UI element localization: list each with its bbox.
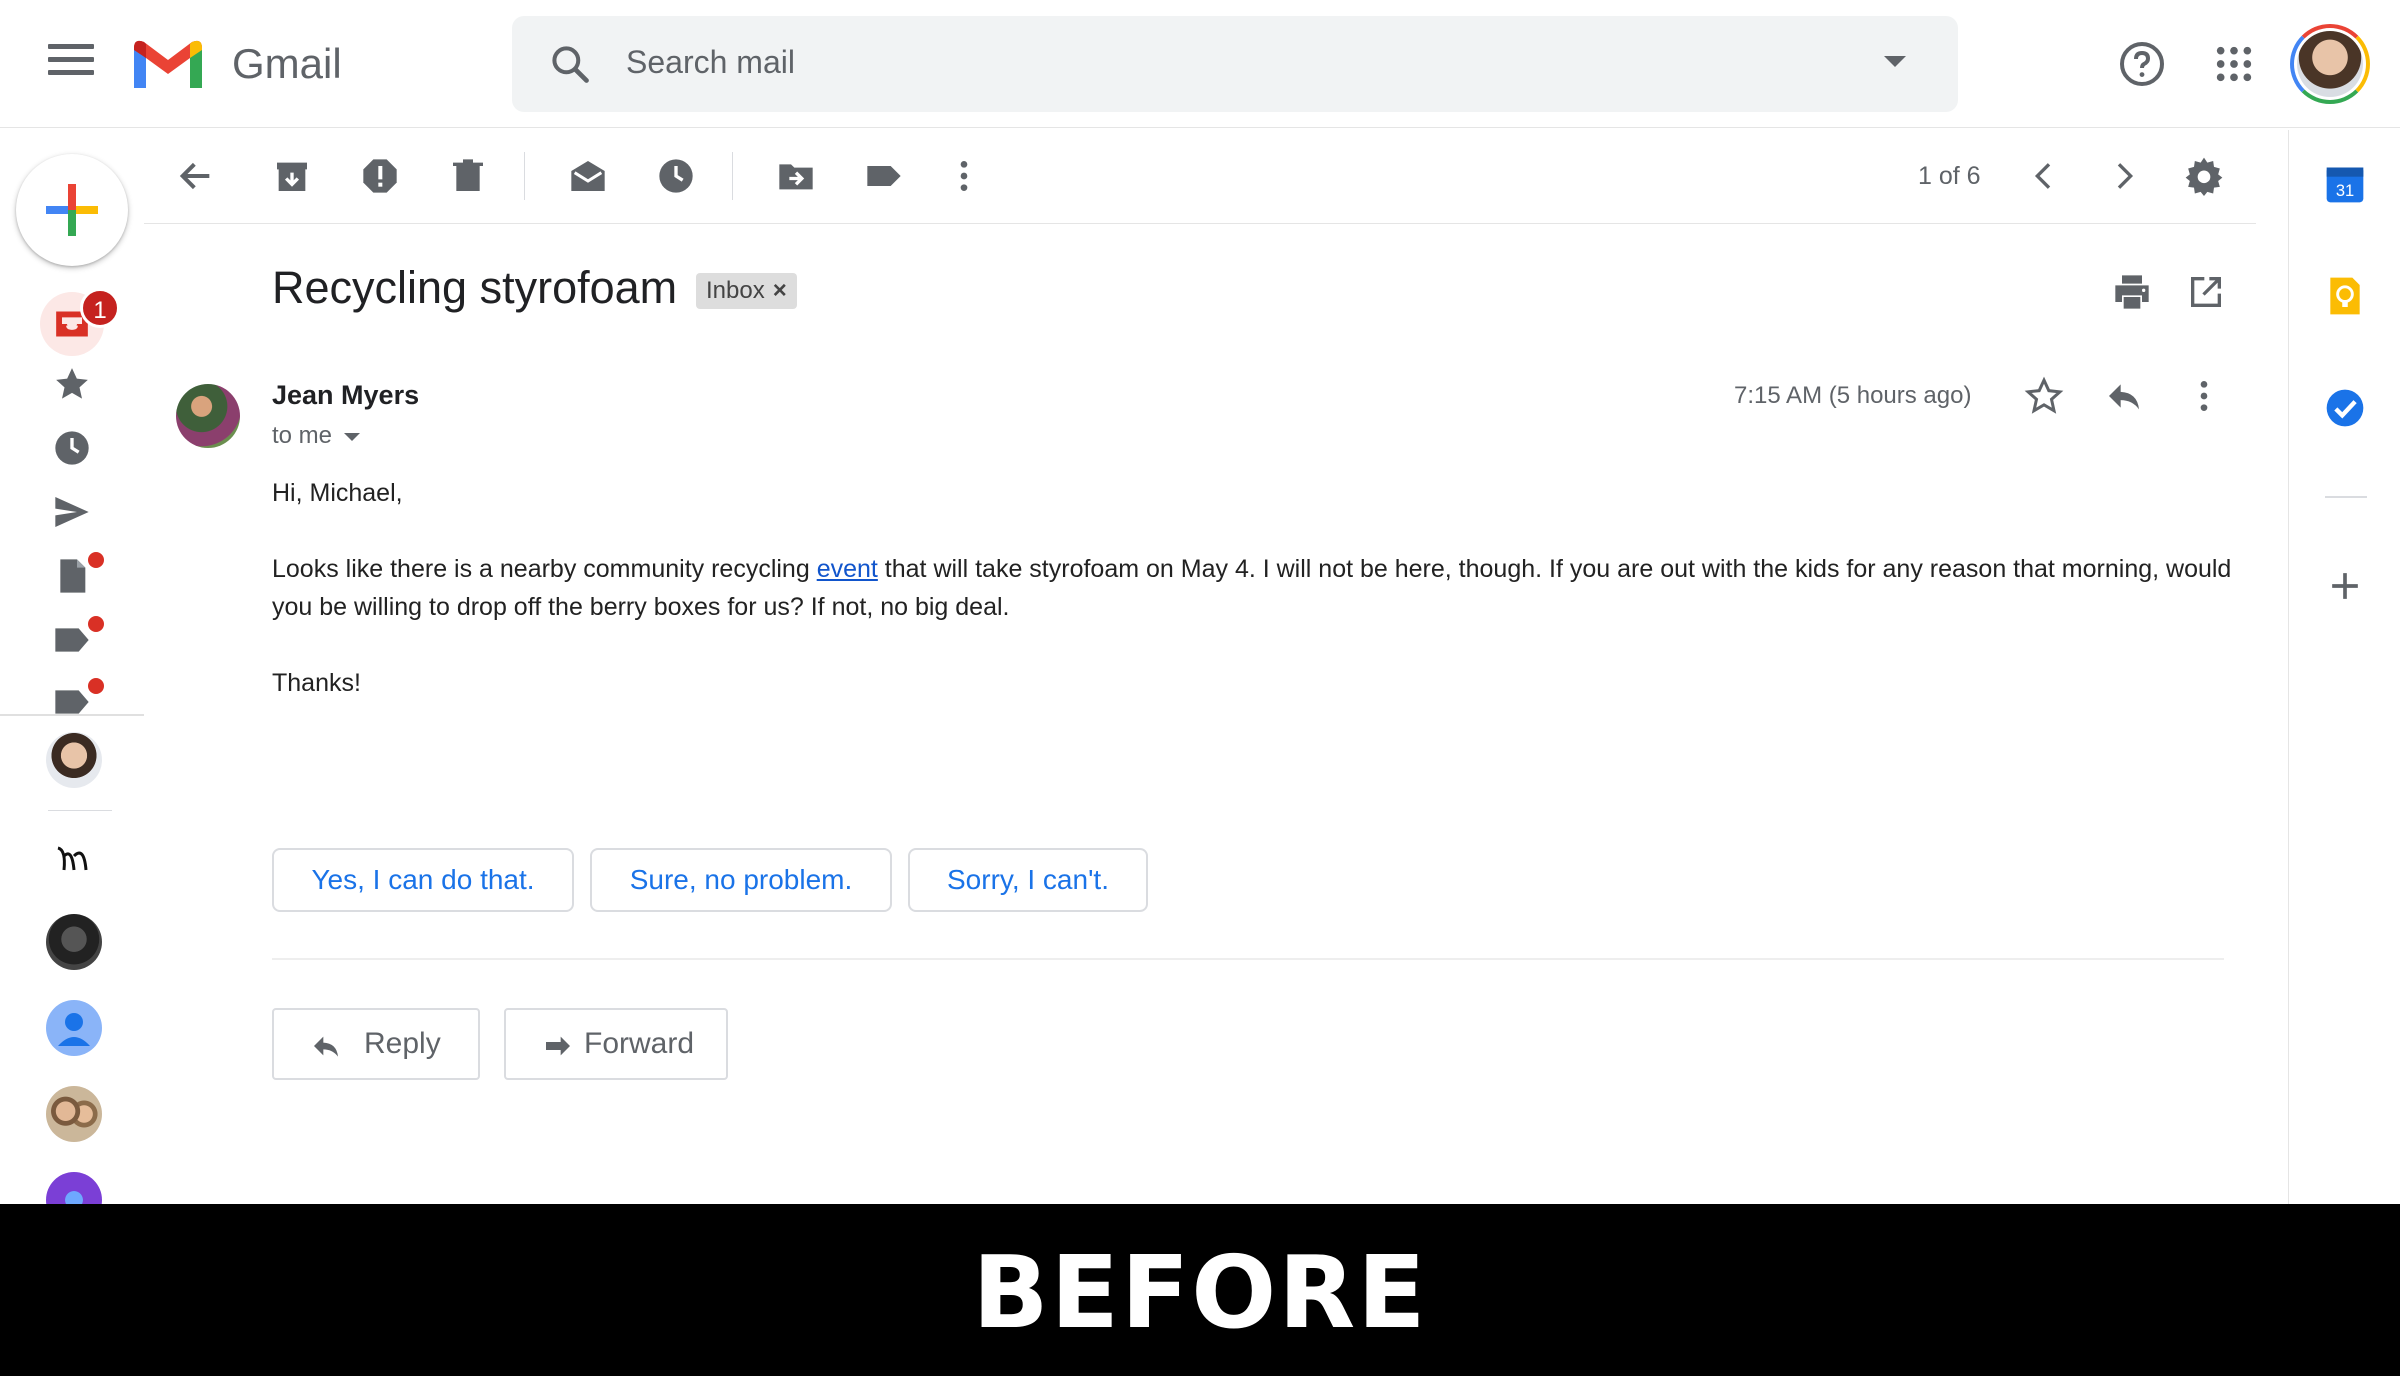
person-icon — [58, 1013, 90, 1046]
smart-reply-sorry[interactable]: Sorry, I can't. — [908, 848, 1148, 912]
left-rail: 1 — [0, 130, 144, 1228]
caption-bar: BEFORE — [0, 1204, 2400, 1376]
mark-unread-icon[interactable] — [568, 156, 608, 196]
event-link[interactable]: event — [817, 555, 878, 583]
search-options-caret-icon[interactable] — [1884, 56, 1906, 67]
sender-name[interactable]: Jean Myers — [272, 380, 419, 411]
brand-name: Gmail — [232, 40, 342, 87]
star-icon[interactable] — [2024, 376, 2064, 416]
keep-bulb-icon[interactable] — [2323, 274, 2367, 318]
message-timestamp: 7:15 AM (5 hours ago) — [1734, 382, 1972, 409]
help-icon[interactable] — [2118, 40, 2166, 88]
forward-label: Forward — [584, 1027, 695, 1060]
settings-gear-icon[interactable] — [2184, 156, 2224, 196]
print-icon[interactable] — [2112, 272, 2152, 312]
caption-text: BEFORE — [972, 1234, 1428, 1351]
label-icon[interactable] — [52, 620, 92, 660]
gmail-logo-icon[interactable] — [130, 36, 206, 92]
monogram-icon — [57, 846, 88, 871]
reply-arrow-icon — [314, 1036, 338, 1057]
newer-chevron-left-icon[interactable] — [2024, 156, 2064, 196]
message-toolbar: 1 of 6 — [144, 130, 2256, 224]
label-dot — [88, 678, 104, 694]
compose-button[interactable] — [16, 154, 128, 266]
archive-icon[interactable] — [272, 156, 312, 196]
chevron-down-icon — [344, 432, 361, 441]
reply-label: Reply — [364, 1027, 441, 1060]
rail-divider — [48, 810, 112, 811]
contact-avatar[interactable] — [46, 914, 102, 970]
report-spam-icon[interactable] — [360, 156, 400, 196]
recipient-details-toggle[interactable]: to me — [272, 422, 361, 450]
snooze-clock-icon[interactable] — [656, 156, 696, 196]
email-subject: Recycling styrofoam — [272, 262, 678, 313]
reply-button[interactable]: Reply — [272, 1008, 480, 1080]
move-to-icon[interactable] — [776, 156, 816, 196]
email-greeting: Hi, Michael, — [272, 479, 403, 507]
search-input[interactable]: Search mail — [626, 44, 795, 81]
forward-button[interactable]: Forward — [504, 1008, 728, 1080]
top-header: Gmail Search mail — [0, 0, 2400, 128]
label-dot — [88, 616, 104, 632]
gmail-app: Gmail Search mail 1 1 of 6 Recycling sty… — [0, 0, 2400, 1376]
account-avatar[interactable] — [2290, 24, 2370, 104]
recipient-text: to me — [272, 422, 333, 449]
calendar-day: 31 — [2336, 182, 2354, 200]
contact-avatar-logo[interactable] — [46, 832, 102, 888]
back-arrow-icon[interactable] — [176, 156, 216, 196]
starred-icon[interactable] — [52, 364, 92, 404]
sender-avatar[interactable] — [176, 384, 240, 448]
email-signoff: Thanks! — [272, 669, 361, 697]
main-menu-icon[interactable] — [48, 44, 94, 84]
drafts-dot — [88, 552, 104, 568]
email-body: Hi, Michael, Looks like there is a nearb… — [272, 474, 2232, 740]
labels-icon[interactable] — [864, 156, 904, 196]
smart-reply-yes[interactable]: Yes, I can do that. — [272, 848, 574, 912]
contact-avatar[interactable] — [46, 1086, 102, 1142]
calendar-icon[interactable]: 31 — [2323, 162, 2367, 206]
message-more-icon[interactable] — [2184, 376, 2224, 416]
forward-arrow-icon — [546, 1036, 570, 1056]
inbox-unread-badge: 1 — [80, 288, 120, 328]
tasks-check-icon[interactable] — [2323, 386, 2367, 430]
more-options-icon[interactable] — [944, 156, 984, 196]
email-paragraph: Looks like there is a nearby community r… — [272, 555, 2232, 621]
contact-avatar-placeholder[interactable] — [46, 1000, 102, 1056]
inbox-label-chip[interactable]: Inbox × — [696, 273, 797, 309]
rail-divider — [0, 714, 144, 716]
search-icon[interactable] — [548, 42, 592, 86]
snoozed-clock-icon[interactable] — [52, 428, 92, 468]
hangouts-self-avatar[interactable] — [46, 732, 102, 788]
side-panel: 31 — [2288, 130, 2400, 1204]
add-addon-plus-icon[interactable] — [2323, 564, 2367, 608]
drafts-icon[interactable] — [52, 556, 92, 596]
actions-divider — [272, 958, 2224, 960]
label-icon[interactable] — [52, 682, 92, 722]
smart-reply-sure[interactable]: Sure, no problem. — [590, 848, 892, 912]
delete-trash-icon[interactable] — [448, 156, 488, 196]
sent-icon[interactable] — [52, 492, 92, 532]
side-panel-divider — [2325, 496, 2367, 498]
google-apps-icon[interactable] — [2214, 44, 2254, 84]
reply-icon[interactable] — [2104, 376, 2144, 416]
open-in-new-window-icon[interactable] — [2186, 272, 2226, 312]
older-chevron-right-icon[interactable] — [2104, 156, 2144, 196]
remove-label-icon[interactable]: × — [773, 277, 787, 304]
pagination-count: 1 of 6 — [1918, 162, 1981, 190]
label-chip-text: Inbox — [706, 277, 765, 304]
search-bar[interactable]: Search mail — [512, 16, 1958, 112]
